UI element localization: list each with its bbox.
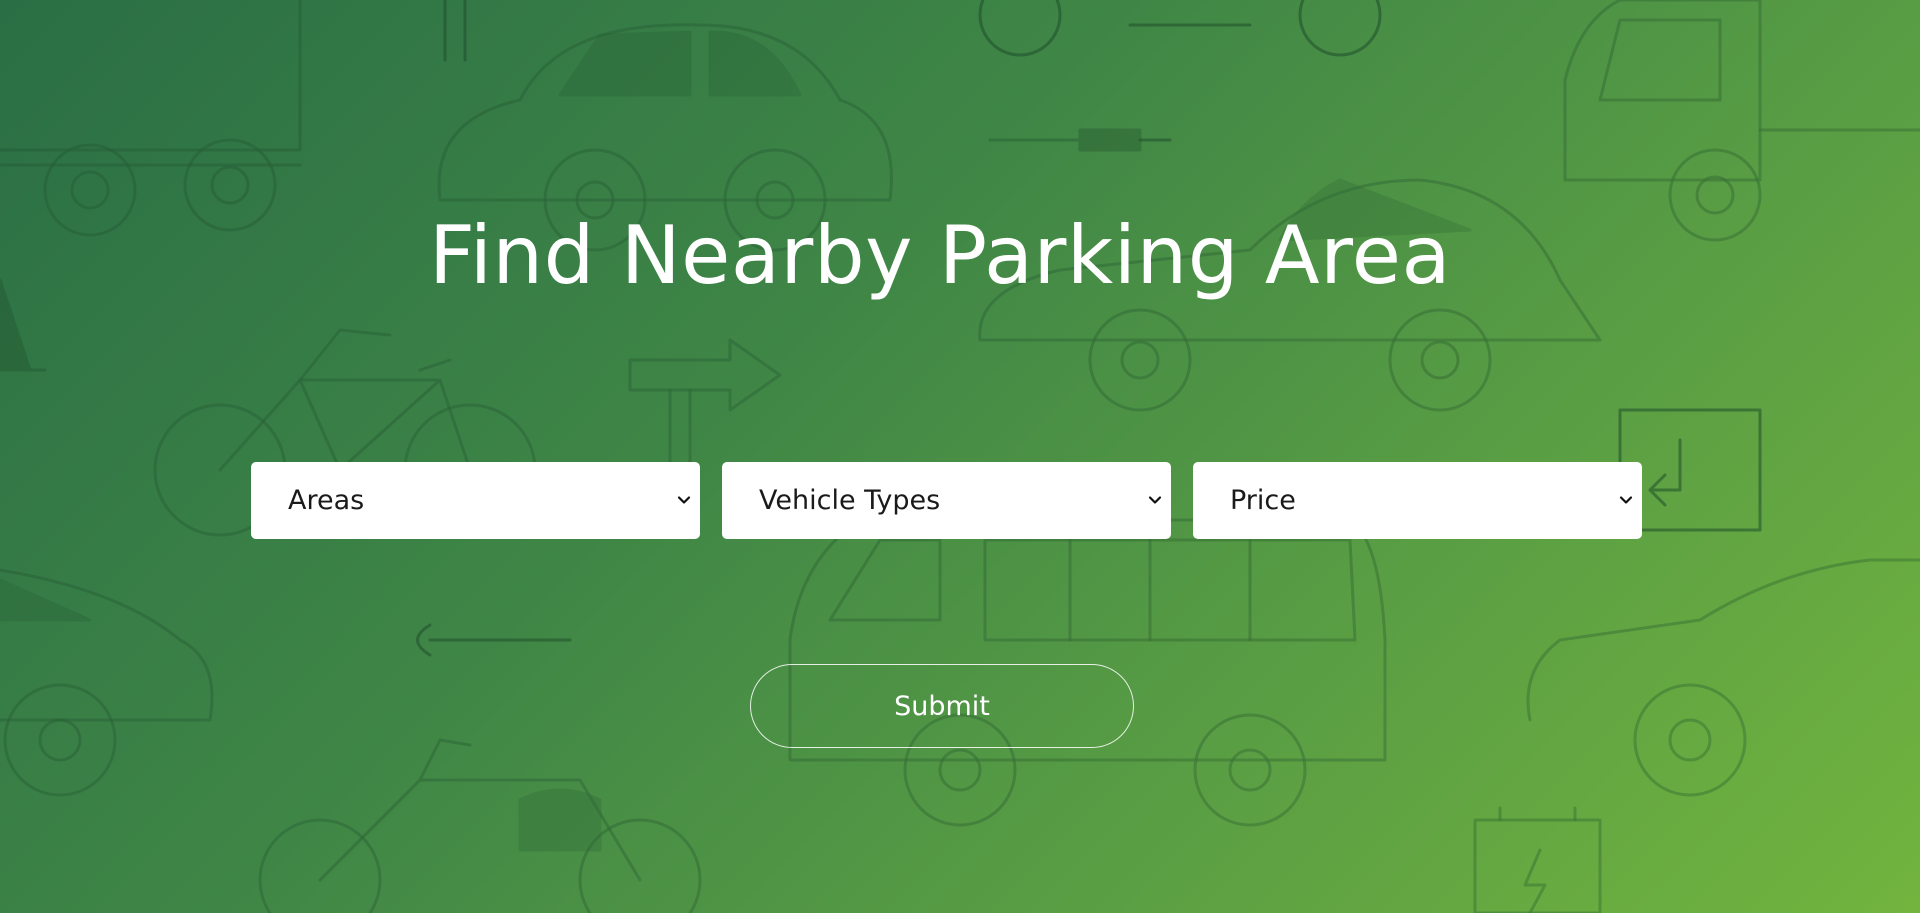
- submit-button[interactable]: Submit: [750, 664, 1134, 748]
- car-doodle-right: [1526, 558, 1920, 797]
- vehicle-doodle-background: [0, 0, 1920, 913]
- truck-doodle: [0, 0, 302, 237]
- page-title: Find Nearby Parking Area: [429, 209, 1451, 302]
- motorcycle-doodle: [258, 738, 702, 913]
- areas-select[interactable]: Areas: [251, 462, 700, 539]
- price-select-value: Price: [1230, 485, 1296, 516]
- hero-section: Find Nearby Parking Area Areas Vehicle T…: [0, 0, 1920, 913]
- price-select[interactable]: Price: [1193, 462, 1642, 539]
- vehicle-types-select-value: Vehicle Types: [759, 485, 941, 516]
- chevron-down-icon: [1148, 496, 1162, 504]
- vehicle-types-select[interactable]: Vehicle Types: [722, 462, 1171, 539]
- truck-doodle-right: [1563, 0, 1920, 242]
- chevron-down-icon: [1619, 496, 1633, 504]
- battery-doodle: [1473, 806, 1602, 913]
- areas-select-value: Areas: [288, 485, 365, 516]
- car-doodle-left: [0, 568, 214, 797]
- chevron-down-icon: [677, 496, 691, 504]
